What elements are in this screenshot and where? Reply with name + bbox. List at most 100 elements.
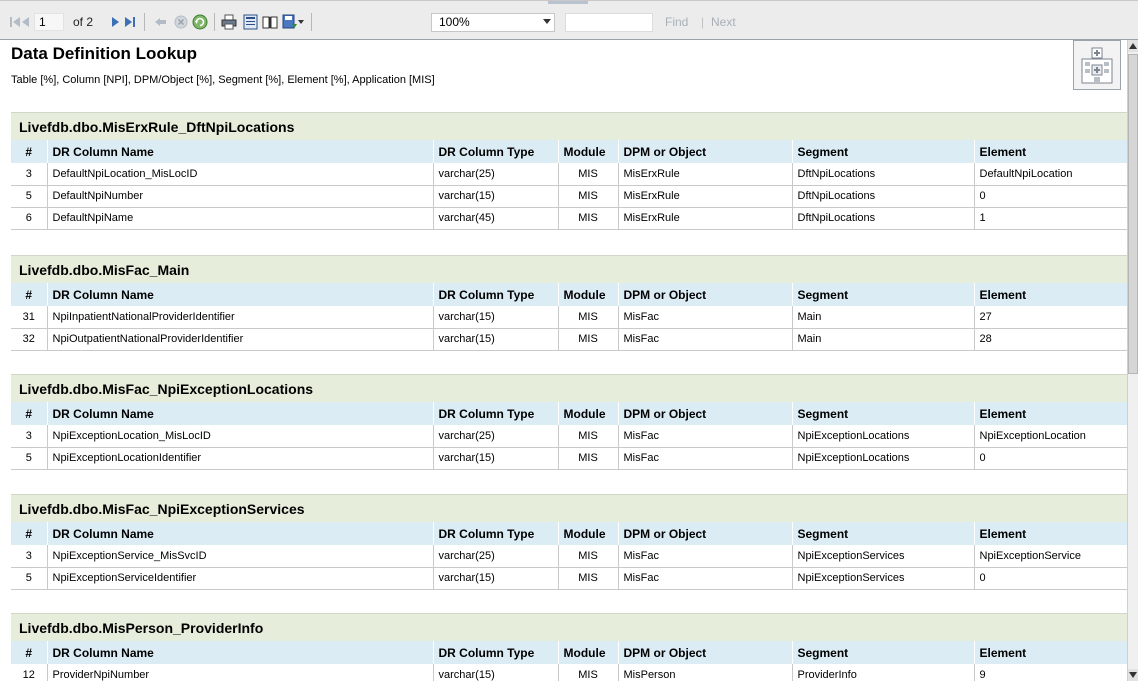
stop-icon[interactable] — [172, 13, 190, 31]
report-filter-summary: Table [%], Column [NPI], DPM/Object [%],… — [11, 74, 435, 86]
section-table-name: Livefdb.dbo.MisFac_NpiExceptionServices — [11, 494, 1127, 522]
column-header: Element — [974, 402, 1127, 425]
table-header-row: # DR Column Name DR Column Type Module DPM o… — [11, 522, 1127, 545]
column-header: DR Column Type — [433, 522, 559, 545]
table-cell: DftNpiLocations — [792, 207, 975, 230]
column-header: Module — [558, 140, 619, 163]
print-layout-icon[interactable] — [241, 13, 259, 31]
table-cell: DefaultNpiLocation_MisLocID — [47, 163, 434, 186]
column-header: Segment — [792, 641, 975, 664]
zoom-select[interactable]: 100% — [431, 13, 555, 32]
table-cell: 5 — [11, 567, 48, 590]
table-cell: MIS — [558, 207, 619, 230]
zoom-value: 100% — [439, 15, 470, 29]
page-number-input[interactable]: 1 — [34, 13, 64, 31]
back-icon[interactable] — [152, 13, 170, 31]
vertical-scrollbar[interactable] — [1127, 40, 1138, 681]
table-cell: 6 — [11, 207, 48, 230]
report-content: Data Definition Lookup Table [%], Column… — [0, 40, 1127, 681]
column-header: DR Column Name — [47, 283, 434, 306]
column-header: DR Column Type — [433, 283, 559, 306]
table-row: 3 DefaultNpiLocation_MisLocID varchar(25) M… — [11, 163, 1127, 186]
table-cell: Main — [792, 306, 975, 329]
table-row: 5 NpiExceptionServiceIdentifier varchar(15… — [11, 567, 1127, 590]
toolbar-separator — [311, 13, 312, 31]
column-header: DR Column Name — [47, 641, 434, 664]
page-setup-icon[interactable] — [261, 13, 279, 31]
table-cell: MIS — [558, 328, 619, 351]
section-table-name: Livefdb.dbo.MisFac_Main — [11, 255, 1127, 283]
table-cell: MIS — [558, 163, 619, 186]
table-cell: 0 — [974, 447, 1127, 470]
column-header: Element — [974, 140, 1127, 163]
table-cell: varchar(25) — [433, 163, 559, 186]
table-cell: 32 — [11, 328, 48, 351]
column-header: DPM or Object — [618, 402, 793, 425]
table-cell: MisErxRule — [618, 207, 793, 230]
column-header: DPM or Object — [618, 641, 793, 664]
table-cell: 0 — [974, 567, 1127, 590]
hospital-logo-icon — [1073, 40, 1121, 90]
table-cell: 1 — [974, 207, 1127, 230]
table-row: 3 NpiExceptionService_MisSvcID varchar(25)… — [11, 545, 1127, 568]
scroll-up-icon[interactable] — [1128, 40, 1138, 52]
table-cell: DftNpiLocations — [792, 163, 975, 186]
section-table-name: Livefdb.dbo.MisErxRule_DftNpiLocations — [11, 112, 1127, 140]
table-cell: varchar(45) — [433, 207, 559, 230]
previous-page-icon[interactable] — [17, 13, 35, 31]
refresh-icon[interactable] — [191, 13, 209, 31]
table-row: 6 DefaultNpiName varchar(45) MIS MisErxRule D… — [11, 207, 1127, 230]
table-cell: MisErxRule — [618, 185, 793, 208]
find-link[interactable]: Find — [665, 15, 688, 29]
table-cell: varchar(15) — [433, 185, 559, 208]
table-row: 3 NpiExceptionLocation_MisLocID varchar(25… — [11, 425, 1127, 448]
page-count-label: of 2 — [73, 15, 94, 29]
table-cell: 31 — [11, 306, 48, 329]
column-header: # — [11, 522, 48, 545]
table-cell: varchar(15) — [433, 328, 559, 351]
report-section: Livefdb.dbo.MisFac_Main # DR Column Name DR… — [11, 255, 1127, 351]
scroll-down-icon[interactable] — [1128, 669, 1138, 681]
scroll-thumb[interactable] — [1128, 54, 1138, 374]
column-header: DR Column Type — [433, 402, 559, 425]
column-header: Element — [974, 283, 1127, 306]
toolbar-grip[interactable] — [548, 1, 588, 4]
table-cell: NpiExceptionServices — [792, 567, 975, 590]
column-header: Segment — [792, 140, 975, 163]
table-cell: 3 — [11, 545, 48, 568]
column-header: # — [11, 283, 48, 306]
chevron-down-icon — [543, 19, 551, 24]
column-header: # — [11, 140, 48, 163]
table-cell: varchar(25) — [433, 545, 559, 568]
table-cell: 3 — [11, 163, 48, 186]
table-cell: NpiExceptionLocationIdentifier — [47, 447, 434, 470]
next-link[interactable]: Next — [711, 15, 736, 29]
export-dropdown-icon[interactable] — [297, 13, 305, 31]
table-cell: NpiExceptionServices — [792, 545, 975, 568]
table-row: 32 NpiOutpatientNationalProviderIdentifie… — [11, 328, 1127, 351]
column-header: Element — [974, 522, 1127, 545]
report-section: Livefdb.dbo.MisPerson_ProviderInfo # DR Co… — [11, 613, 1127, 681]
column-header: Segment — [792, 522, 975, 545]
print-icon[interactable] — [220, 13, 238, 31]
table-header-row: # DR Column Name DR Column Type Module DPM o… — [11, 140, 1127, 163]
table-cell: varchar(15) — [433, 664, 559, 681]
report-title: Data Definition Lookup — [11, 44, 198, 63]
table-cell: MisPerson — [618, 664, 793, 681]
column-header: Module — [558, 522, 619, 545]
table-cell: MIS — [558, 447, 619, 470]
table-row: 31 NpiInpatientNationalProviderIdentifier… — [11, 306, 1127, 329]
table-header-row: # DR Column Name DR Column Type Module DPM o… — [11, 641, 1127, 664]
column-table: # DR Column Name DR Column Type Module DPM o… — [11, 283, 1127, 351]
table-cell: 28 — [974, 328, 1127, 351]
column-table: # DR Column Name DR Column Type Module DPM o… — [11, 522, 1127, 590]
last-page-icon[interactable] — [121, 13, 139, 31]
column-header: DPM or Object — [618, 140, 793, 163]
table-cell: MIS — [558, 567, 619, 590]
column-header: # — [11, 641, 48, 664]
table-cell: varchar(15) — [433, 567, 559, 590]
column-header: DR Column Name — [47, 140, 434, 163]
column-header: DR Column Name — [47, 522, 434, 545]
section-table-name: Livefdb.dbo.MisPerson_ProviderInfo — [11, 613, 1127, 641]
find-input[interactable] — [565, 13, 653, 32]
